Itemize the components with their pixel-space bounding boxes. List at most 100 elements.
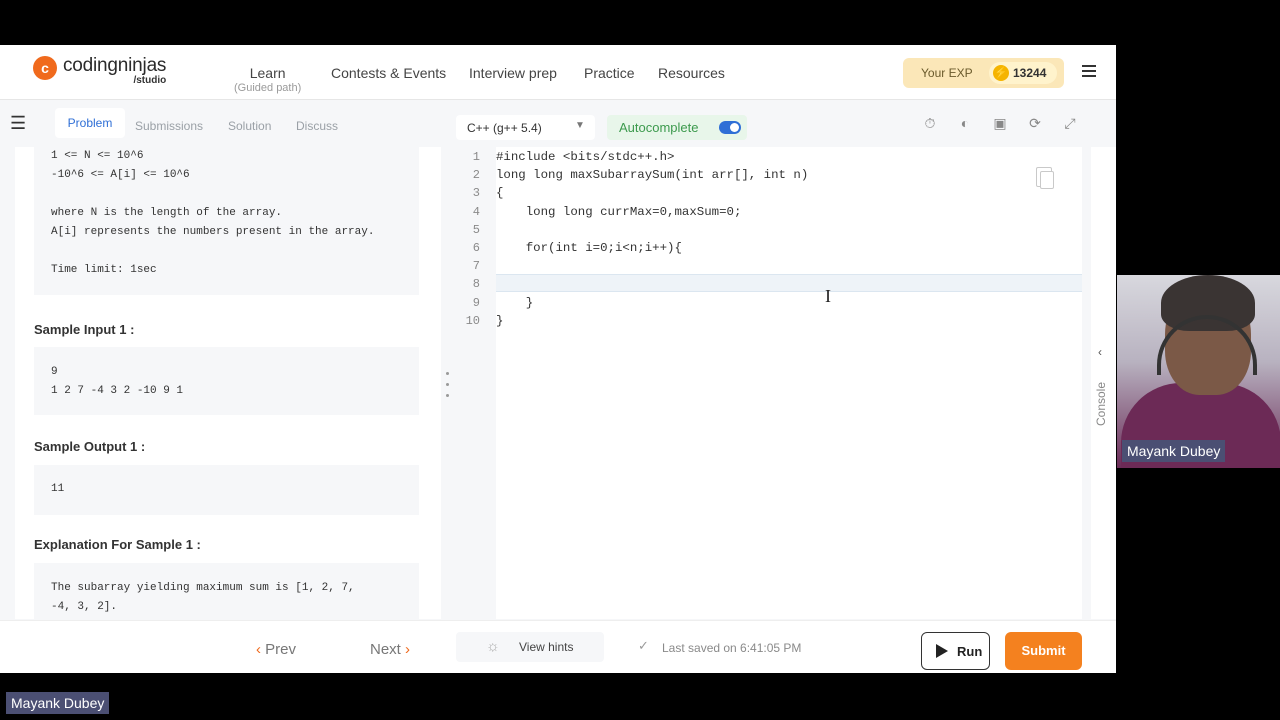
chevron-left-icon[interactable]: ‹	[1098, 345, 1102, 359]
sample-input-line: 9	[51, 366, 58, 378]
language-select[interactable]: C++ (g++ 5.4) ▼	[456, 115, 595, 140]
code-line: long long maxSubarraySum(int arr[], int …	[496, 168, 809, 183]
submit-button[interactable]: Submit	[1005, 632, 1082, 670]
line-number: 6	[472, 241, 480, 255]
nav-interview-prep[interactable]: Interview prep	[469, 65, 557, 81]
exp-pill: ⚡ 13244	[989, 62, 1057, 84]
top-header: c codingninjas /studio Learn (Guided pat…	[0, 45, 1116, 100]
panel-resize-handle[interactable]	[446, 372, 450, 402]
chevron-right-icon: ›	[405, 641, 411, 658]
logo-mark-icon: c	[33, 56, 57, 80]
code-line: #include <bits/stdc++.h>	[496, 150, 675, 164]
autocomplete-label: Autocomplete	[619, 120, 699, 135]
save-icon[interactable]: ▣	[992, 115, 1008, 131]
run-button[interactable]: Run	[921, 632, 990, 670]
collapse-sidebar-icon[interactable]: ☰	[10, 114, 34, 132]
nav-contests-events[interactable]: Contests & Events	[331, 65, 446, 81]
console-side-tab[interactable]: ‹ Console	[1091, 147, 1116, 619]
explanation-box: The subarray yielding maximum sum is [1,…	[34, 563, 419, 619]
view-hints-button[interactable]: ☼ View hints	[456, 632, 604, 662]
nav-practice[interactable]: Practice	[584, 65, 635, 81]
next-button[interactable]: Next ›	[370, 641, 410, 658]
constraint-line: where N is the length of the array.	[51, 207, 283, 219]
play-icon	[936, 644, 948, 658]
explanation-line: -4, 3, 2].	[51, 601, 118, 613]
logo-text: codingninjas /studio	[63, 55, 166, 86]
webcam-feed: Mayank Dubey	[1117, 275, 1280, 468]
code-line: }	[496, 295, 534, 310]
console-label: Console	[1094, 381, 1109, 427]
explanation-title: Explanation For Sample 1 :	[34, 537, 201, 552]
bottom-bar: ‹ Prev Next › ☼ View hints ✓ Last saved …	[0, 620, 1116, 673]
line-number: 2	[472, 168, 480, 183]
autocomplete-toggle[interactable]	[719, 121, 741, 134]
logo-subtitle: /studio	[133, 75, 167, 86]
sample-output-title: Sample Output 1 :	[34, 439, 146, 454]
webcam-name-label: Mayank Dubey	[1122, 440, 1226, 462]
current-line-highlight	[496, 274, 1082, 292]
nav-resources[interactable]: Resources	[658, 65, 725, 81]
code-line: {	[496, 186, 504, 201]
exp-badge[interactable]: Your EXP ⚡ 13244	[903, 58, 1064, 88]
tab-discuss[interactable]: Discuss	[296, 119, 338, 133]
line-number: 5	[472, 222, 480, 237]
prev-label: Prev	[265, 641, 297, 658]
chevron-down-icon: ▼	[575, 120, 585, 131]
fullscreen-icon[interactable]: ⤢	[1062, 115, 1078, 131]
coding-ninjas-app: c codingninjas /studio Learn (Guided pat…	[0, 45, 1116, 673]
constraints-box: 1 <= N <= 10^6 -10^6 <= A[i] <= 10^6 whe…	[34, 147, 419, 295]
sample-output-line: 11	[51, 483, 65, 495]
line-number: 7	[472, 259, 480, 274]
video-frame: c codingninjas /studio Learn (Guided pat…	[0, 0, 1280, 720]
reset-icon[interactable]: ⟳	[1027, 115, 1043, 131]
problem-toolbar: ☰ Problem Submissions Solution Discuss	[0, 101, 450, 145]
nav-learn-label: Learn	[249, 65, 286, 81]
theme-icon[interactable]: ◐	[957, 115, 973, 131]
line-number: 9	[472, 295, 480, 310]
tab-submissions[interactable]: Submissions	[135, 119, 203, 133]
problem-description-panel[interactable]: 1 <= N <= 10^6 -10^6 <= A[i] <= 10^6 whe…	[15, 147, 441, 619]
code-line: for(int i=0;i<n;i++){	[496, 241, 682, 255]
constraint-line: 1 <= N <= 10^6	[51, 150, 144, 162]
lightning-icon: ⚡	[993, 65, 1009, 81]
hamburger-menu-icon[interactable]	[1082, 65, 1096, 77]
line-number: 3	[472, 186, 480, 201]
sample-input-line: 1 2 7 -4 3 2 -10 9 1	[51, 385, 184, 397]
text-cursor-icon: I	[825, 286, 831, 306]
code-line: }	[496, 313, 504, 328]
logo-name: codingninjas	[63, 55, 167, 76]
copy-code-icon[interactable]	[1036, 167, 1054, 189]
sample-output-box: 11	[34, 465, 419, 515]
next-label: Next	[370, 641, 401, 658]
timer-icon[interactable]: ⏱	[922, 115, 938, 131]
autocomplete-control: Autocomplete	[607, 115, 747, 140]
line-number: 10	[465, 313, 480, 328]
prev-button[interactable]: ‹ Prev	[256, 641, 296, 658]
language-select-value: C++ (g++ 5.4)	[467, 121, 542, 135]
tab-solution[interactable]: Solution	[228, 119, 271, 133]
exp-label: Your EXP	[921, 66, 973, 80]
constraint-line: A[i] represents the numbers present in t…	[51, 226, 375, 238]
code-line: long long currMax=0,maxSum=0;	[496, 204, 742, 219]
explanation-line: The subarray yielding maximum sum is [1,…	[51, 582, 355, 594]
line-number: 8	[472, 277, 480, 292]
check-icon: ✓	[638, 638, 649, 653]
constraint-line: -10^6 <= A[i] <= 10^6	[51, 169, 190, 181]
view-hints-label: View hints	[519, 640, 574, 654]
logo[interactable]: c codingninjas /studio	[33, 55, 166, 86]
constraint-line	[51, 242, 419, 261]
tab-problem[interactable]: Problem	[55, 108, 125, 138]
run-label: Run	[957, 644, 983, 659]
nav-learn[interactable]: Learn (Guided path)	[234, 65, 301, 94]
presenter-name-label: Mayank Dubey	[6, 692, 110, 714]
nav-learn-sub: (Guided path)	[234, 82, 302, 94]
chevron-left-icon: ‹	[256, 641, 261, 658]
constraint-line: Time limit: 1sec	[51, 264, 157, 276]
exp-value: 13244	[1013, 66, 1047, 80]
sample-input-title: Sample Input 1 :	[34, 322, 135, 337]
last-saved-status: Last saved on 6:41:05 PM	[662, 641, 802, 655]
lightbulb-icon: ☼	[486, 638, 500, 655]
sample-input-box: 9 1 2 7 -4 3 2 -10 9 1	[34, 347, 419, 415]
code-editor[interactable]: 1 2 3 4 5 6 7 8 9 10 #include <bits/stdc…	[456, 147, 1082, 619]
line-number: 1	[472, 150, 480, 164]
